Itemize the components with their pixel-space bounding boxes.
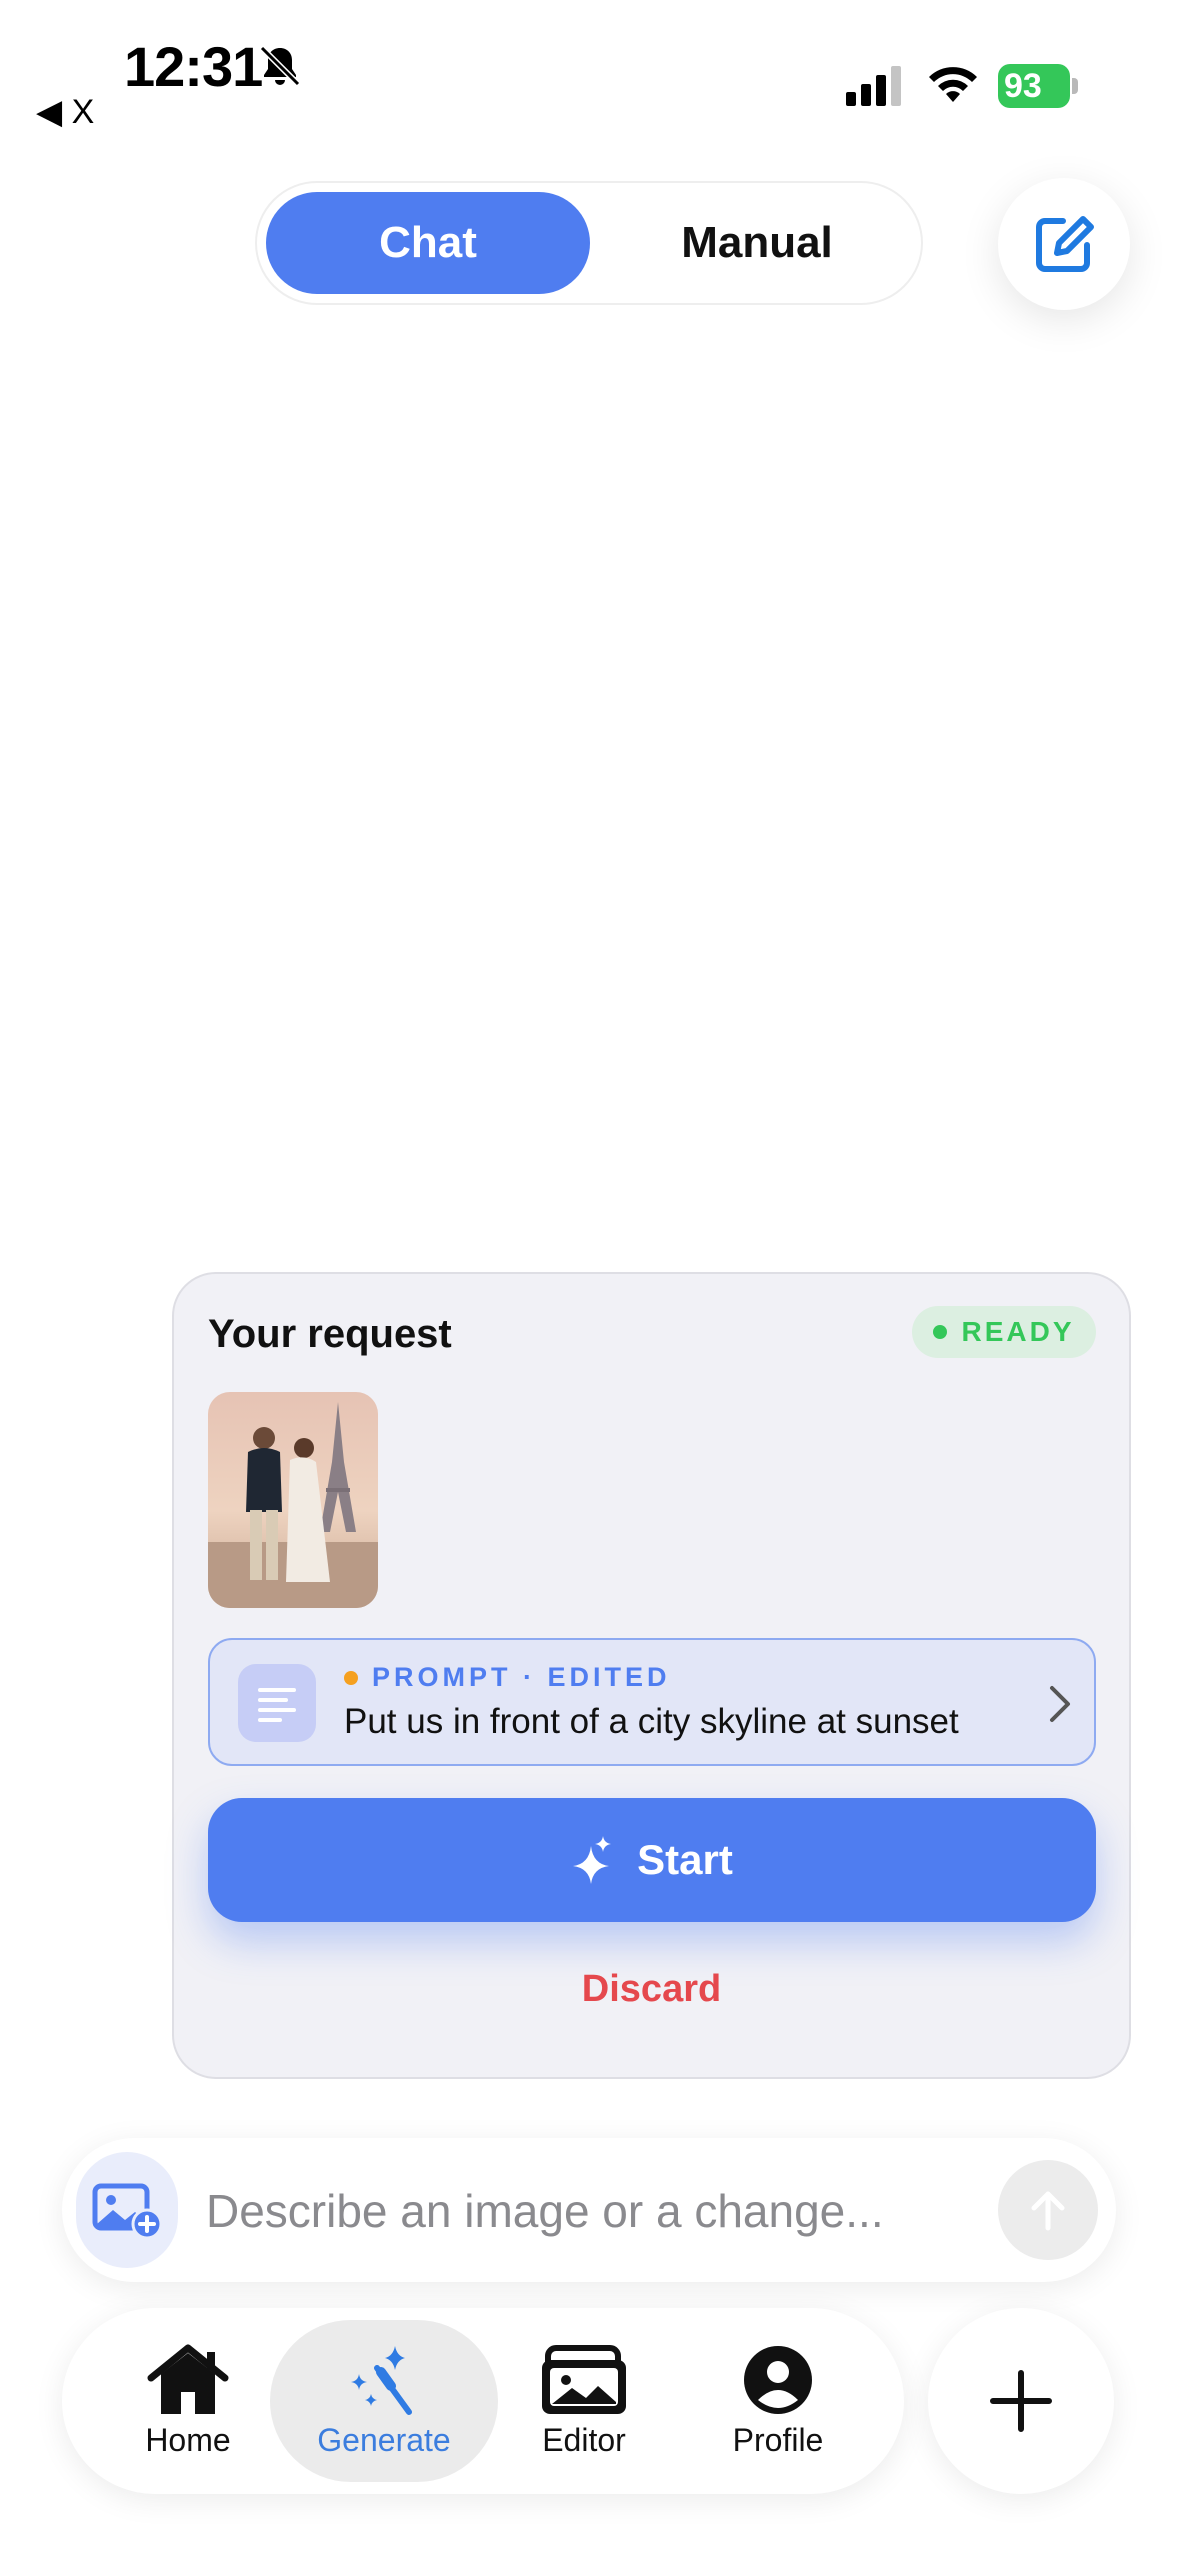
prompt-text: Put us in front of a city skyline at sun… (344, 1702, 959, 1741)
add-image-button[interactable] (76, 2152, 178, 2268)
mode-chat-tab[interactable]: Chat (266, 192, 590, 294)
ready-dot (933, 1325, 948, 1339)
tab-profile[interactable]: Profile (664, 2320, 892, 2482)
discard-button[interactable]: Discard (174, 1968, 1129, 2011)
status-badge: READY (912, 1306, 1096, 1358)
back-to-app-link[interactable]: ◀ X (36, 92, 94, 132)
tab-bar: Home Generate Editor Profile (62, 2308, 904, 2494)
prompt-input[interactable] (204, 2174, 1028, 2248)
tab-editor-label: Editor (542, 2421, 626, 2458)
edited-dot (344, 1670, 358, 1685)
start-button[interactable]: Start (208, 1798, 1096, 1922)
send-button[interactable] (998, 2160, 1098, 2260)
signal-icon (846, 66, 901, 106)
prompt-meta: PROMPT · EDITED (344, 1662, 671, 1693)
tab-home[interactable]: Home (74, 2320, 302, 2482)
tab-generate[interactable]: Generate (270, 2320, 498, 2482)
photos-icon (542, 2344, 626, 2414)
home-icon (147, 2344, 229, 2414)
mode-manual-tab[interactable]: Manual (598, 192, 916, 294)
prompt-label: PROMPT · EDITED (372, 1662, 671, 1692)
sparkle-icon (573, 1836, 612, 1884)
compose-icon (1036, 216, 1094, 272)
mode-switch: Chat Manual (255, 181, 923, 305)
tab-generate-label: Generate (317, 2421, 451, 2458)
start-button-label: Start (637, 1836, 733, 1883)
battery-icon: 93 (998, 64, 1078, 108)
magic-wand-icon (351, 2345, 412, 2415)
create-button[interactable] (928, 2308, 1114, 2494)
lines-icon (238, 1664, 316, 1742)
add-image-icon (92, 2183, 163, 2240)
new-chat-button[interactable] (998, 178, 1130, 310)
plus-icon (990, 2370, 1052, 2432)
bell-slash-icon (259, 45, 301, 87)
request-card: Your request READY PROMPT · EDITED Put u… (172, 1272, 1131, 2079)
wifi-icon (929, 67, 977, 102)
arrow-up-icon (1031, 2191, 1065, 2231)
reference-photo-thumbnail[interactable] (208, 1392, 378, 1608)
tab-home-label: Home (145, 2421, 231, 2458)
request-card-title: Your request (208, 1312, 452, 1356)
battery-level: 93 (998, 64, 1070, 108)
chevron-right-icon (1050, 1686, 1070, 1722)
person-icon (744, 2345, 812, 2414)
composer (62, 2138, 1116, 2282)
prompt-row[interactable]: PROMPT · EDITED Put us in front of a cit… (208, 1638, 1096, 1766)
status-badge-label: READY (961, 1316, 1075, 1347)
tab-profile-label: Profile (732, 2421, 824, 2458)
status-time: 12:31 (124, 35, 263, 98)
